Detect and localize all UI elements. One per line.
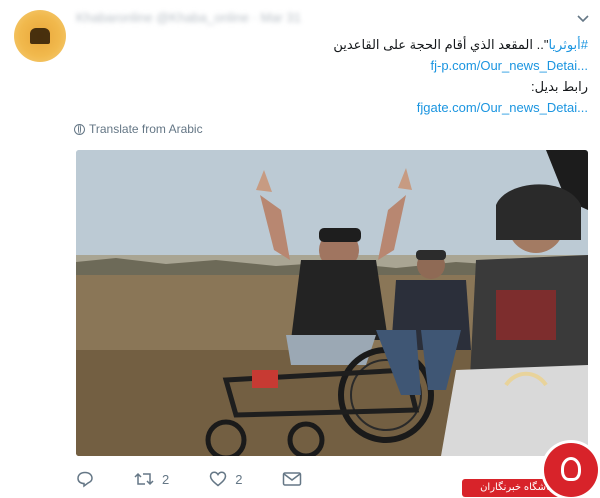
translate-label: Translate from Arabic (89, 122, 203, 136)
retweet-icon (134, 472, 154, 486)
tweet-line-1: #أبوثريا".. المقعد الذي أقام الحجة على ا… (258, 34, 588, 55)
retweet-count: 2 (162, 471, 170, 487)
globe-icon (74, 123, 85, 135)
reply-button[interactable] (76, 470, 94, 488)
watermark-circle (544, 443, 598, 497)
watermark-logo: باشگاه خبرنگاران (462, 443, 598, 498)
tweet-link-1[interactable]: fj-p.com/Our_news_Detai... (430, 58, 588, 73)
envelope-icon (283, 472, 302, 486)
like-button[interactable]: 2 (209, 470, 242, 488)
reply-icon (77, 471, 93, 488)
avatar[interactable] (14, 10, 66, 62)
like-count: 2 (235, 471, 243, 487)
tweet-actions: 2 2 (76, 468, 342, 490)
alt-link-label: رابط بديل: (531, 79, 588, 94)
chevron-down-icon[interactable] (576, 12, 590, 26)
heart-icon (209, 471, 227, 487)
tweet-text: #أبوثريا".. المقعد الذي أقام الحجة على ا… (258, 34, 588, 118)
tweet-link-2[interactable]: fjgate.com/Our_news_Detai... (417, 100, 588, 115)
tweet-photo[interactable] (76, 150, 588, 456)
tweet-author-line[interactable]: Khabaronline @Khaba_online · Mar 31 (76, 10, 316, 28)
translate-button[interactable]: Translate from Arabic (74, 122, 203, 136)
retweet-button[interactable]: 2 (134, 470, 169, 488)
avatar-logo (30, 28, 50, 44)
tweet-headline: ".. المقعد الذي أقام الحجة على القاعدين (333, 37, 549, 52)
dm-button[interactable] (282, 471, 302, 487)
photo-scene (76, 150, 588, 456)
hashtag-link[interactable]: #أبوثريا (548, 37, 588, 52)
